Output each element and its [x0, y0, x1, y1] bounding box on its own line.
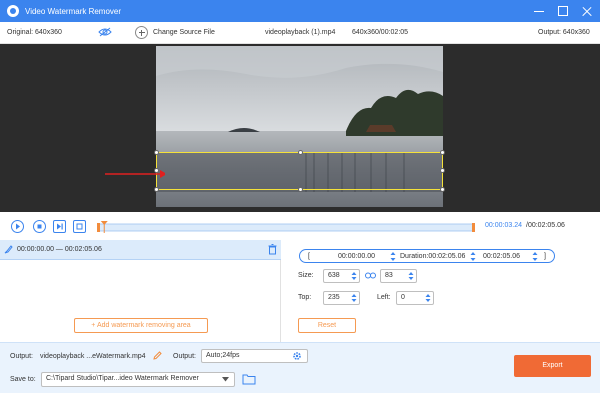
- start-time[interactable]: 00:00:00.00: [338, 253, 375, 260]
- red-arrow-annotation: [105, 170, 165, 178]
- settings-gear-icon[interactable]: [292, 351, 302, 361]
- next-frame-icon[interactable]: [53, 220, 66, 233]
- app-logo-icon: [7, 5, 19, 17]
- segment-panel: 00:00:00.00 — 00:02:05.06 + Add watermar…: [0, 240, 281, 342]
- parameters-panel: [ 00:00:00.00 Duration:00:02:05.06 00:02…: [281, 240, 600, 342]
- output-resolution: Output: 640x360: [538, 29, 590, 36]
- resize-handle-b[interactable]: [298, 187, 303, 192]
- left-input[interactable]: 0: [396, 291, 434, 305]
- end-time[interactable]: 00:02:05.06: [483, 253, 520, 260]
- time-range-bar: [ 00:00:00.00 Duration:00:02:05.06 00:02…: [299, 249, 555, 263]
- set-start-bracket-icon[interactable]: [: [308, 253, 310, 260]
- resize-handle-tl[interactable]: [154, 150, 159, 155]
- stop-icon[interactable]: [33, 220, 46, 233]
- current-time: 00:00:03.24: [485, 222, 522, 229]
- output-format-label: Output:: [173, 353, 196, 360]
- resize-handle-r[interactable]: [440, 168, 445, 173]
- width-spinner-icon[interactable]: [351, 271, 357, 281]
- trash-icon[interactable]: [268, 244, 277, 255]
- top-label: Top:: [298, 294, 312, 301]
- link-icon[interactable]: [365, 271, 376, 280]
- duration-spinner-icon[interactable]: [470, 251, 476, 262]
- start-spinner-icon[interactable]: [390, 251, 396, 262]
- set-end-bracket-icon[interactable]: ]: [544, 253, 546, 260]
- resize-handle-t[interactable]: [298, 150, 303, 155]
- source-resolution-duration: 640x360/00:02:05: [352, 29, 409, 36]
- left-label: Left:: [377, 294, 391, 301]
- left-spinner-icon[interactable]: [425, 293, 431, 303]
- top-spinner-icon[interactable]: [351, 293, 357, 303]
- folder-icon[interactable]: [242, 373, 256, 385]
- play-icon[interactable]: [11, 220, 24, 233]
- close-button[interactable]: [582, 6, 592, 16]
- segment-time-range: 00:00:00.00 — 00:02:05.06: [17, 246, 102, 253]
- maximize-button[interactable]: [558, 6, 568, 16]
- output-bar: Output: videoplayback ...eWatermark.mp4 …: [0, 342, 600, 393]
- resize-handle-tr[interactable]: [440, 150, 445, 155]
- segment-row[interactable]: 00:00:00.00 — 00:02:05.06: [0, 240, 281, 260]
- height-input[interactable]: 83: [380, 269, 417, 283]
- add-source-icon[interactable]: [135, 26, 148, 39]
- size-label: Size:: [298, 272, 314, 279]
- eye-slash-icon[interactable]: [98, 27, 112, 37]
- save-path-field[interactable]: C:\Tipard Studio\Tipar...ideo Watermark …: [41, 372, 235, 387]
- change-source-button[interactable]: Change Source File: [153, 29, 215, 36]
- video-preview-area: [0, 44, 600, 212]
- title-bar: Video Watermark Remover: [0, 0, 600, 22]
- minimize-button[interactable]: [534, 6, 544, 16]
- brush-icon: [4, 245, 13, 254]
- original-resolution: Original: 640x360: [7, 29, 62, 36]
- screenshot-icon[interactable]: [73, 220, 86, 233]
- duration-field[interactable]: Duration:00:02:05.06: [400, 253, 465, 260]
- top-input[interactable]: 235: [323, 291, 360, 305]
- resize-handle-br[interactable]: [440, 187, 445, 192]
- edit-pencil-icon[interactable]: [153, 351, 162, 360]
- save-to-label: Save to:: [10, 376, 36, 383]
- output-file-label: Output:: [10, 353, 33, 360]
- add-watermark-area-button[interactable]: + Add watermark removing area: [74, 318, 208, 333]
- height-spinner-icon[interactable]: [408, 271, 414, 281]
- watermark-selection-box[interactable]: [154, 150, 445, 192]
- timeline-slider[interactable]: [97, 221, 475, 233]
- total-duration: /00:02:05.06: [526, 222, 565, 229]
- reset-button[interactable]: Reset: [298, 318, 356, 333]
- end-spinner-icon[interactable]: [532, 251, 538, 262]
- export-button[interactable]: Export: [514, 355, 591, 377]
- source-filename: videoplayback (1).mp4: [265, 29, 336, 36]
- width-input[interactable]: 638: [323, 269, 360, 283]
- chevron-down-icon[interactable]: [222, 377, 229, 382]
- info-bar: Original: 640x360 Change Source File vid…: [0, 22, 600, 44]
- window-title: Video Watermark Remover: [25, 6, 122, 16]
- output-filename: videoplayback ...eWatermark.mp4: [40, 353, 146, 360]
- playback-controls: 00:00:03.24 /00:02:05.06: [0, 212, 600, 240]
- resize-handle-bl[interactable]: [154, 187, 159, 192]
